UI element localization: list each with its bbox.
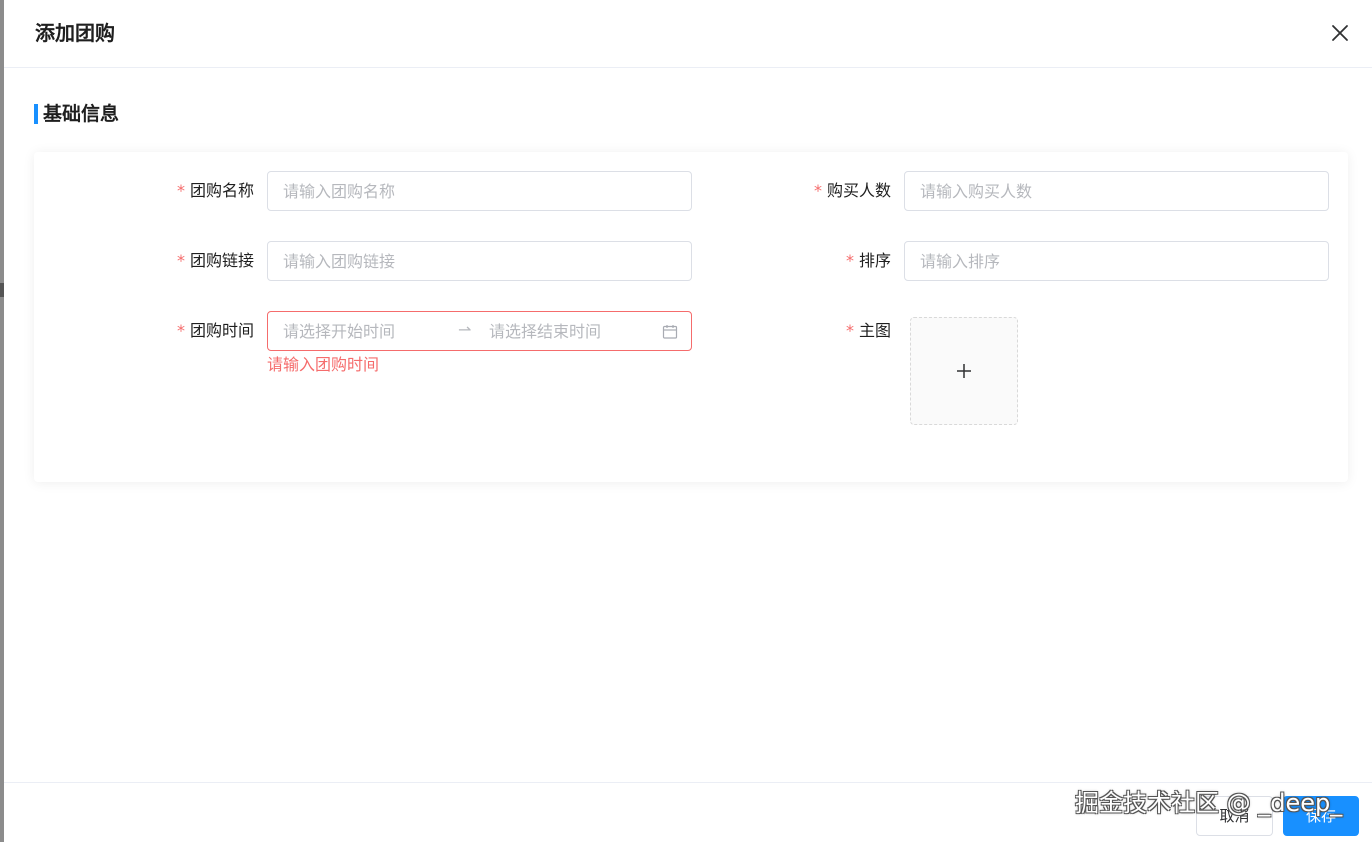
group-link-input[interactable] (267, 241, 692, 281)
required-mark: * (176, 251, 185, 270)
label-text: 购买人数 (826, 181, 891, 200)
dialog-title: 添加团购 (35, 21, 115, 45)
buyer-count-input[interactable] (904, 171, 1329, 211)
form-label-link: * 团购链接 (177, 241, 254, 281)
required-mark: * (813, 181, 822, 200)
required-mark: * (176, 321, 185, 340)
section-title: 基础信息 (43, 103, 120, 125)
start-time-input[interactable] (283, 312, 448, 350)
section-accent-bar (34, 104, 38, 124)
background-overlay-mark (0, 283, 4, 297)
background-overlay-edge (0, 0, 4, 842)
dialog-footer (4, 782, 1372, 842)
label-text: 排序 (858, 251, 891, 270)
group-name-input[interactable] (267, 171, 692, 211)
save-button[interactable]: 保存 (1283, 796, 1359, 836)
time-error-message: 请输入团购时间 (267, 355, 380, 374)
range-separator: ⇀ (458, 320, 472, 339)
close-icon (1332, 25, 1348, 41)
sort-input[interactable] (904, 241, 1329, 281)
form-label-sort: * 排序 (846, 241, 891, 281)
calendar-icon[interactable] (662, 324, 678, 340)
form-card: *团购名称 *团购链接 *团购时间 ⇀ 请输入团购时间 *购买人数 *排序 *主… (34, 152, 1348, 482)
form-label-time: * 团购时间 (177, 311, 254, 351)
label-text: 团购链接 (189, 251, 254, 270)
main-image-upload[interactable] (910, 317, 1018, 425)
dialog-header: 添加团购 (4, 0, 1372, 68)
required-mark: * (845, 321, 854, 340)
required-mark: * (176, 181, 185, 200)
group-time-range-picker[interactable]: ⇀ (267, 311, 692, 351)
plus-icon (957, 364, 971, 378)
label-text: 团购时间 (189, 321, 254, 340)
form-label-name: * 团购名称 (177, 171, 254, 211)
cancel-button[interactable]: 取消 (1196, 796, 1273, 836)
required-mark: * (845, 251, 854, 270)
label-text: 团购名称 (189, 181, 254, 200)
form-label-main-image: * 主图 (846, 311, 891, 351)
close-button[interactable] (1330, 23, 1350, 43)
label-text: 主图 (858, 321, 891, 340)
end-time-input[interactable] (489, 312, 649, 350)
form-label-buyers: * 购买人数 (814, 171, 891, 211)
